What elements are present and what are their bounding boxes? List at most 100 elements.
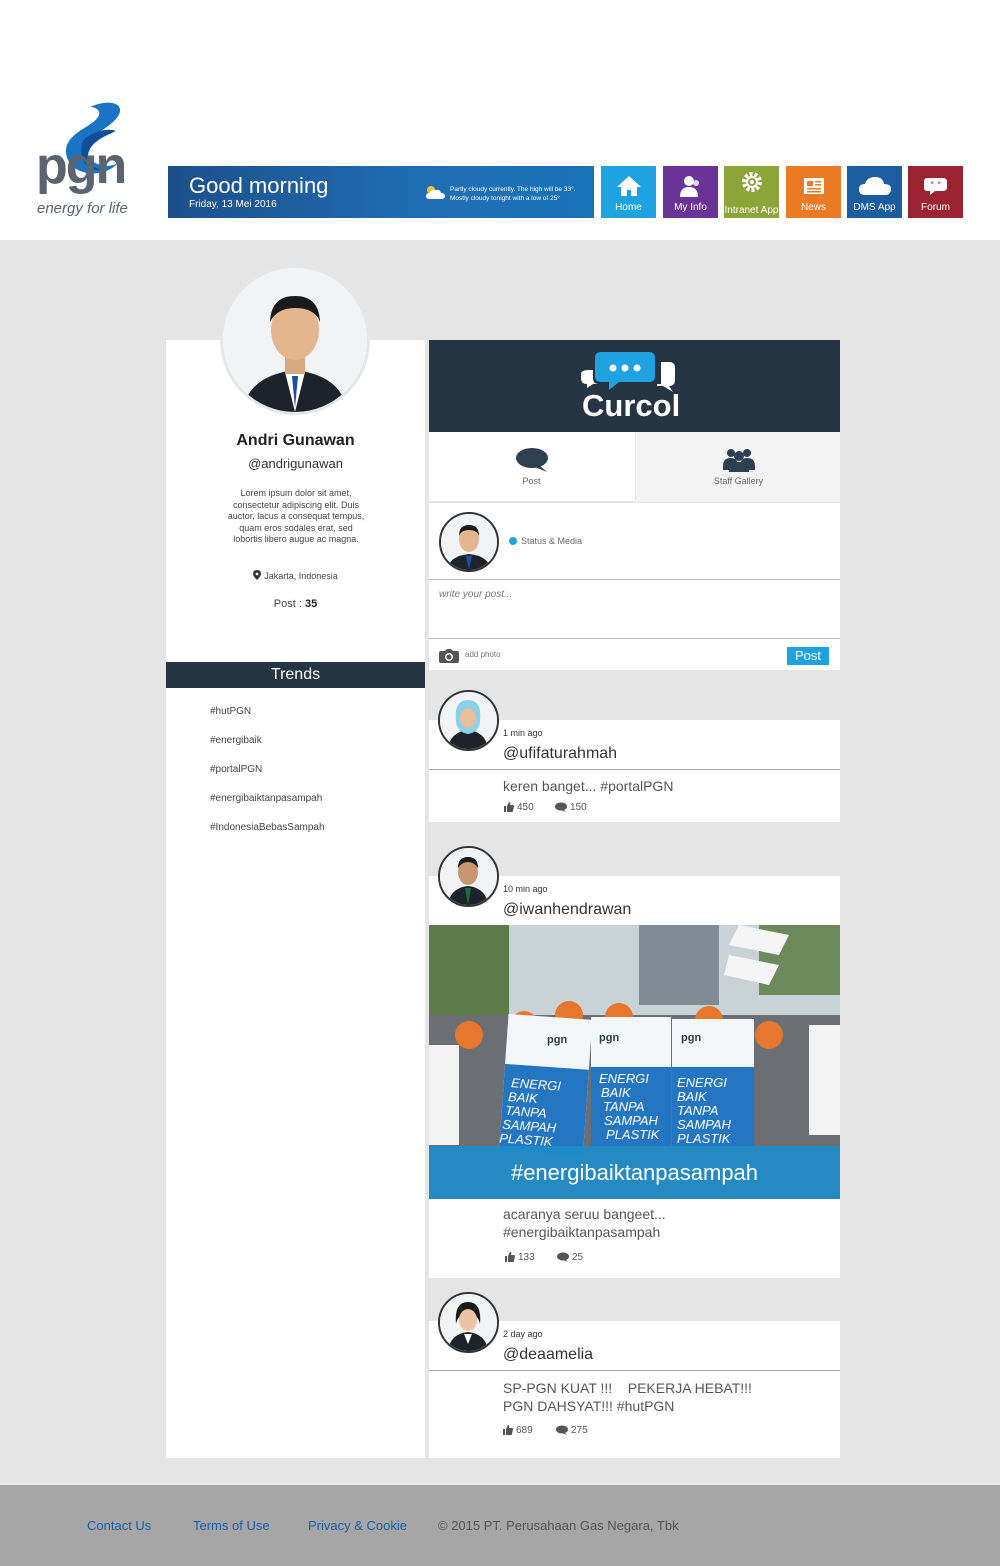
like-count-value: 450 bbox=[517, 802, 534, 813]
newspaper-icon bbox=[804, 178, 824, 194]
footer-link-terms-of-use[interactable]: Terms of Use bbox=[193, 1518, 270, 1533]
comment-count-value: 25 bbox=[572, 1252, 584, 1263]
post-text: acaranya seruu bangeet... #energibaiktanp… bbox=[503, 1205, 803, 1241]
post-text: SP-PGN KUAT !!! PEKERJA HEBAT!!! PGN DAHS… bbox=[503, 1379, 803, 1415]
status-media-text: Status & Media bbox=[521, 536, 583, 546]
sign-3-logo: pgn bbox=[681, 1032, 701, 1044]
post-username[interactable]: @deaamelia bbox=[503, 1346, 593, 1364]
profile-avatar[interactable] bbox=[220, 265, 370, 415]
add-photo-label[interactable]: add photo bbox=[465, 650, 501, 659]
weather-line-1: Partly cloudy currently. The high will b… bbox=[450, 186, 576, 193]
like-count[interactable]: 450 bbox=[504, 802, 534, 813]
home-icon bbox=[617, 176, 641, 196]
profile-name: Andri Gunawan bbox=[236, 432, 355, 449]
sign-3-line-5: PLASTIK bbox=[677, 1131, 732, 1146]
comment-count-value: 275 bbox=[571, 1425, 588, 1436]
trends-header: Trends bbox=[166, 662, 425, 688]
post-text-line-2: #energibaiktanpasampah bbox=[503, 1224, 661, 1240]
group-icon bbox=[723, 449, 755, 472]
users-icon bbox=[680, 176, 699, 197]
post-image[interactable]: ENERGI BAIK TANPA SAMPAH PLASTIK ENERGI … bbox=[429, 925, 840, 1199]
post-text-line-2: PGN DAHSYAT!!! #hutPGN bbox=[503, 1398, 675, 1414]
post-button[interactable]: Post bbox=[787, 647, 829, 665]
thumbs-up-icon bbox=[505, 1252, 515, 1262]
nav-tile-dms-app[interactable]: DMS App bbox=[847, 166, 902, 218]
post-avatar[interactable] bbox=[438, 846, 499, 907]
sign-2-logo: pgn bbox=[599, 1032, 619, 1044]
svg-text:": " bbox=[930, 181, 934, 191]
divider bbox=[429, 579, 840, 580]
sign-3-line-3: TANPA bbox=[677, 1103, 718, 1118]
nav-tile-label: News bbox=[800, 202, 826, 213]
sign-2-line-4: SAMPAH bbox=[604, 1113, 659, 1128]
comment-count[interactable]: 25 bbox=[557, 1252, 583, 1263]
sign-2-line-3: TANPA bbox=[603, 1099, 644, 1114]
comment-count[interactable]: 150 bbox=[555, 802, 587, 813]
profile-location-text: Jakarta, Indonesia bbox=[264, 571, 338, 581]
post-time: 10 min ago bbox=[503, 884, 548, 894]
footer: Contact Us Terms of Use Privacy & Cookie… bbox=[0, 1485, 1000, 1566]
thumbs-up-icon bbox=[503, 1425, 513, 1435]
person-avatar-icon bbox=[440, 1294, 497, 1351]
brand-tagline: energy for life bbox=[37, 200, 128, 217]
camera-icon[interactable] bbox=[439, 648, 459, 663]
status-media-label[interactable]: Status & Media bbox=[509, 536, 582, 546]
post-text: keren banget... #portalPGN bbox=[503, 778, 674, 794]
trend-item[interactable]: #IndonesiaBebasSampah bbox=[210, 822, 325, 833]
post-username[interactable]: @ufifaturahmah bbox=[503, 745, 617, 763]
nav-tile-label: Intranet App bbox=[724, 205, 779, 216]
partly-cloudy-icon bbox=[426, 186, 445, 199]
post-username[interactable]: @iwanhendrawan bbox=[503, 901, 631, 919]
brand-name: pgn bbox=[36, 137, 127, 195]
footer-link-contact-us[interactable]: Contact Us bbox=[87, 1518, 151, 1533]
thumbs-up-icon bbox=[504, 802, 514, 812]
trend-item[interactable]: #portalPGN bbox=[210, 764, 262, 775]
footer-link-privacy-cookie[interactable]: Privacy & Cookie bbox=[308, 1518, 407, 1533]
person-avatar-icon bbox=[440, 692, 497, 749]
nav-tile-intranet-app[interactable]: Intranet App bbox=[724, 166, 779, 218]
post-count-label: Post bbox=[273, 598, 296, 610]
sign-2-line-2: BAIK bbox=[601, 1085, 632, 1100]
post-input[interactable]: write your post... bbox=[439, 589, 512, 600]
trend-item[interactable]: #energibaiktanpasampah bbox=[210, 793, 322, 804]
post-text-line-1: acaranya seruu bangeet... bbox=[503, 1206, 666, 1222]
comment-count[interactable]: 275 bbox=[556, 1425, 588, 1436]
post-count-sep: : bbox=[295, 598, 305, 610]
post-avatar[interactable] bbox=[438, 690, 499, 751]
post-text-line-1: SP-PGN KUAT !!! PEKERJA HEBAT!!! bbox=[503, 1380, 752, 1396]
comment-icon bbox=[556, 1425, 568, 1435]
like-count[interactable]: 133 bbox=[505, 1252, 535, 1263]
like-count[interactable]: 689 bbox=[503, 1425, 533, 1436]
sign-3-line-2: BAIK bbox=[677, 1089, 708, 1104]
gear-icon bbox=[742, 172, 762, 192]
divider bbox=[429, 769, 840, 770]
post-avatar[interactable] bbox=[438, 1292, 499, 1353]
profile-location: Jakarta, Indonesia bbox=[166, 570, 425, 581]
speech-bubble-icon bbox=[516, 448, 548, 472]
footer-copyright: © 2015 PT. Perusahaan Gas Negara, Tbk bbox=[438, 1518, 679, 1533]
person-avatar-icon bbox=[441, 514, 497, 570]
nav-tile-forum[interactable]: " " Forum bbox=[908, 166, 963, 218]
like-count-value: 689 bbox=[516, 1425, 533, 1436]
greeting-title: Good morning bbox=[189, 173, 329, 198]
nav-tile-news[interactable]: News bbox=[786, 166, 841, 218]
tab-post[interactable]: Post bbox=[429, 432, 634, 502]
nav-tile-home[interactable]: Home bbox=[601, 166, 656, 218]
nav-tile-label: Forum bbox=[921, 202, 950, 213]
nav-tile-label: Home bbox=[615, 202, 642, 213]
sign-1-logo: pgn bbox=[547, 1034, 567, 1046]
trend-item[interactable]: #hutPGN bbox=[210, 706, 251, 717]
image-hashtag-caption[interactable]: #energibaiktanpasampah bbox=[429, 1146, 840, 1199]
sign-2-line-5: PLASTIK bbox=[606, 1127, 661, 1142]
sign-3-line-4: SAMPAH bbox=[677, 1117, 732, 1132]
greeting-date: Friday, 13 Mei 2016 bbox=[189, 199, 277, 210]
post-time: 1 min ago bbox=[503, 728, 543, 738]
map-pin-icon bbox=[253, 570, 262, 580]
trend-item[interactable]: #energibaik bbox=[210, 735, 262, 746]
tab-staff-gallery[interactable]: Staff Gallery bbox=[635, 432, 840, 502]
divider bbox=[429, 638, 840, 639]
nav-tile-my-info[interactable]: My Info bbox=[663, 166, 718, 218]
profile-handle[interactable]: @andrigunawan bbox=[166, 456, 425, 471]
nav-tile-label: My Info bbox=[674, 202, 707, 213]
divider bbox=[429, 1370, 840, 1371]
